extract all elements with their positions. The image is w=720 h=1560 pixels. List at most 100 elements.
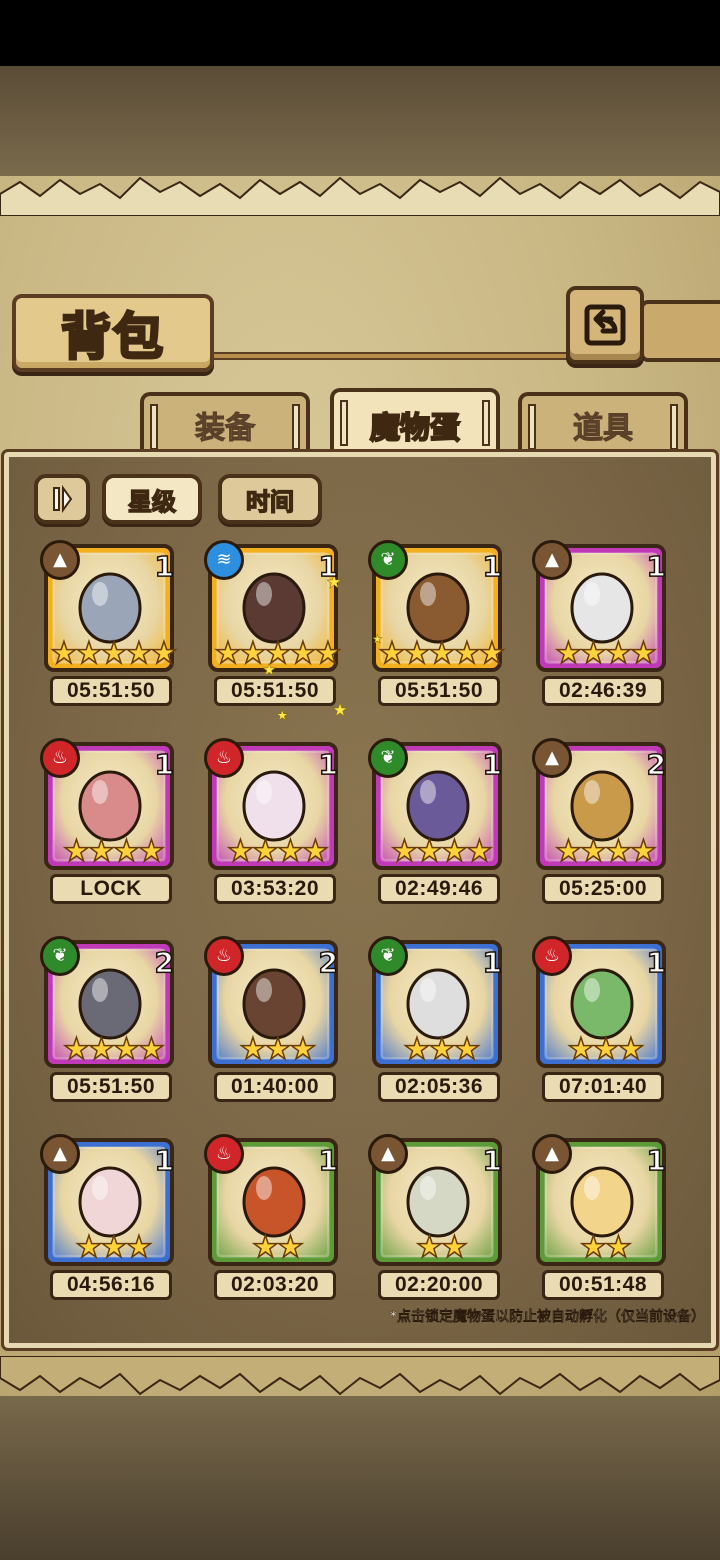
star-rating: ★ ★ — [251, 1230, 304, 1266]
page-title: 背包 — [60, 306, 165, 368]
star-rating: ★ ★ ★ — [239, 1032, 317, 1068]
hatch-timer-text: 02:05:36 — [394, 1075, 484, 1098]
mountain-icon: ▲ — [40, 540, 80, 580]
spiked-collar-egg-icon — [406, 968, 470, 1040]
egg-card[interactable]: ▲ 1 ★ ★ ★ 04:56:16 — [40, 1134, 176, 1300]
torn-edge-bottom — [0, 1356, 720, 1396]
star-icon: ★ — [226, 834, 254, 869]
egg-card[interactable]: ♨ 1 ★ ★ 02:03:20 — [204, 1134, 340, 1300]
egg-card[interactable]: ♨ 1 ★ ★ ★ ★ LOCK — [40, 738, 176, 904]
tab-monster-eggs[interactable]: 魔物蛋 — [330, 388, 500, 458]
hatch-timer-text: 00:51:48 — [558, 1273, 648, 1296]
star-icon: ★ — [579, 834, 607, 869]
hatch-timer-text: 02:49:46 — [394, 877, 484, 900]
egg-count: 1 — [154, 549, 175, 584]
star-icon: ★ — [604, 636, 632, 671]
egg-card[interactable]: ♨ 1 ★ ★ ★ 07:01:40 — [532, 936, 668, 1102]
star-rating: ★ ★ ★ ★ ★ — [50, 636, 178, 672]
bow-egg-icon — [78, 1166, 142, 1238]
egg-card[interactable]: ❦ 2 ★ ★ ★ ★ 05:51:50 — [40, 936, 176, 1102]
star-icon: ★ — [50, 636, 78, 671]
staff-egg-icon — [242, 572, 306, 644]
cactus-egg-icon — [570, 968, 634, 1040]
egg-count: 1 — [482, 1143, 503, 1178]
star-icon: ★ — [428, 1032, 456, 1067]
sort-by-star-button[interactable]: 星级 — [102, 474, 202, 524]
hatch-timer-text: 02:03:20 — [230, 1273, 320, 1296]
mountain-icon: ▲ — [532, 738, 572, 778]
kunai-egg-icon — [78, 968, 142, 1040]
egg-card[interactable]: ▲ 1 ★ ★ 00:51:48 — [532, 1134, 668, 1300]
leaf-icon: ❦ — [368, 738, 408, 778]
star-icon: ★ — [289, 636, 317, 671]
star-icon: ★ — [604, 834, 632, 869]
star-icon: ★ — [251, 834, 279, 869]
star-icon: ★ — [112, 834, 140, 869]
egg-card[interactable]: ▲ 1 ★ ★ ★ ★ 02:46:39 — [532, 540, 668, 706]
tab-equipment[interactable]: 装备 — [140, 392, 310, 454]
hatch-timer: 05:51:50 — [50, 676, 172, 706]
leaf-icon: ❦ — [368, 540, 408, 580]
lock-hint-footnote: *点击锁定魔物蛋以防止被自动孵化（仅当前设备） — [389, 1309, 705, 1325]
leaf-icon: ❦ — [40, 936, 80, 976]
egg-card[interactable]: ❦ 1 ★ ★ ★ ★ 02:49:46 — [368, 738, 504, 904]
hatch-timer: 02:05:36 — [378, 1072, 500, 1102]
back-button[interactable] — [566, 286, 644, 364]
hatch-timer-text: 05:51:50 — [66, 679, 156, 702]
torn-edge-top — [0, 176, 720, 216]
star-icon: ★ — [554, 636, 582, 671]
star-icon: ★ — [137, 834, 165, 869]
flame-icon: ♨ — [40, 738, 80, 778]
star-rating: ★ ★ ★ — [75, 1232, 153, 1266]
egg-card[interactable]: ▲ 1 ★ ★ ★ ★ ★ 05:51:50 — [40, 540, 178, 706]
egg-count: 1 — [646, 549, 667, 584]
star-icon: ★ — [239, 636, 267, 671]
hatch-timer: 00:51:48 — [542, 1270, 664, 1300]
star-icon: ★ — [137, 1032, 165, 1067]
egg-card[interactable]: ❦ 1 ★ ★ ★ 02:05:36 — [368, 936, 504, 1102]
tab-items[interactable]: 道具 — [518, 392, 688, 454]
egg-count: 1 — [646, 945, 667, 980]
hatch-timer: 05:51:50 — [214, 676, 336, 706]
wave-icon: ≋ — [204, 540, 244, 580]
star-rating: ★ ★ ★ ★ ★ — [214, 636, 342, 672]
star-icon: ★ — [592, 1032, 620, 1067]
star-icon: ★ — [87, 1032, 115, 1067]
egg-card[interactable]: ≋ 1 ★ ★ ★ ★ ★ 05:51:50 — [204, 540, 342, 706]
egg-card[interactable]: ♨ 2 ★ ★ ★ 01:40:00 — [204, 936, 340, 1102]
star-rating: ★ ★ ★ ★ — [62, 834, 165, 870]
star-icon: ★ — [251, 1230, 279, 1265]
star-icon: ★ — [150, 636, 178, 671]
sort-by-time-button[interactable]: 时间 — [218, 474, 322, 524]
sort-order-icon — [53, 484, 73, 514]
egg-count: 1 — [318, 549, 339, 584]
hatch-timer-text: 03:53:20 — [230, 877, 320, 900]
egg-count: 1 — [154, 1143, 175, 1178]
return-arrow-icon — [584, 304, 626, 346]
flame-icon: ♨ — [204, 738, 244, 778]
egg-card[interactable]: ▲ 1 ★ ★ 02:20:00 — [368, 1134, 504, 1300]
egg-card[interactable]: ▲ 2 ★ ★ ★ ★ 05:25:00 — [532, 738, 668, 904]
flame-icon: ♨ — [532, 936, 572, 976]
egg-count: 2 — [646, 747, 667, 782]
star-icon: ★ — [390, 834, 418, 869]
star-icon: ★ — [415, 1230, 443, 1265]
star-icon: ★ — [465, 834, 493, 869]
star-icon: ★ — [554, 834, 582, 869]
egg-card[interactable]: ❦ 1 ★ ★ ★ ★ ★ 05:51:50 — [368, 540, 506, 706]
star-icon: ★ — [87, 834, 115, 869]
star-icon: ★ — [579, 636, 607, 671]
hatch-timer: 02:46:39 — [542, 676, 664, 706]
egg-count: 1 — [482, 549, 503, 584]
hatch-timer: 02:03:20 — [214, 1270, 336, 1300]
leaf-icon: ❦ — [368, 936, 408, 976]
star-rating: ★ ★ ★ ★ — [62, 1032, 165, 1068]
star-icon: ★ — [239, 1032, 267, 1067]
status-bar-area — [0, 0, 720, 66]
star-icon: ★ — [453, 1032, 481, 1067]
sort-order-toggle[interactable] — [34, 474, 90, 524]
egg-card[interactable]: ♨ 1 ★ ★ ★ ★ 03:53:20 — [204, 738, 340, 904]
sort-by-star-label: 星级 — [127, 486, 177, 517]
hatch-timer-text: 05:51:50 — [394, 679, 484, 702]
wrapped-egg-icon — [570, 1166, 634, 1238]
